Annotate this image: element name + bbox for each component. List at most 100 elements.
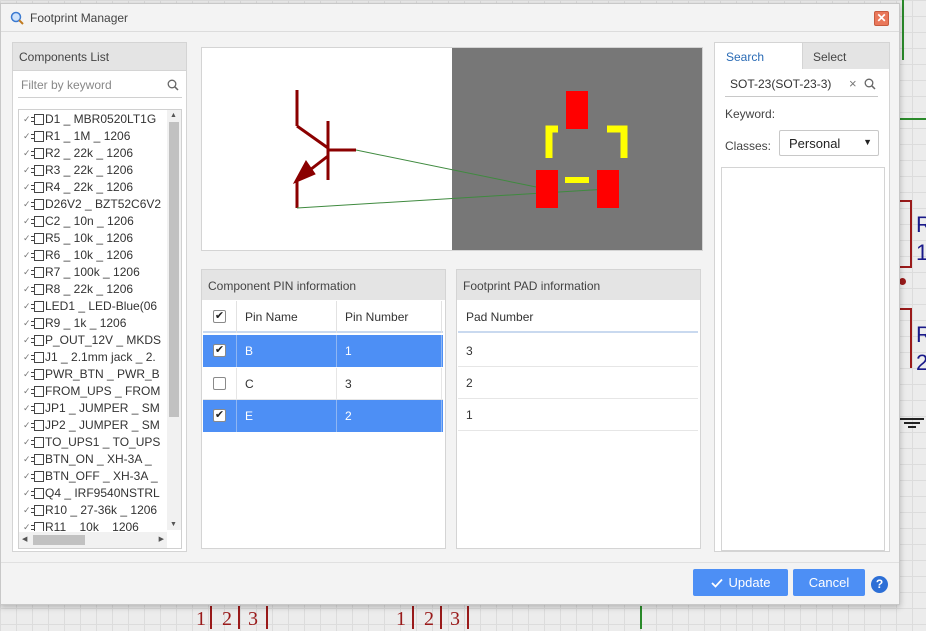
- component-icon: [31, 488, 44, 499]
- list-item[interactable]: ✓ R9 _ 1k _ 1206: [19, 315, 167, 332]
- check-icon: ✓: [23, 454, 31, 464]
- checkbox-cell: [203, 368, 237, 400]
- check-icon: ✓: [23, 369, 31, 379]
- component-icon: [31, 352, 44, 363]
- list-item[interactable]: ✓ R11 _ 10k _ 1206: [19, 519, 167, 531]
- bg-resistor: [910, 308, 912, 368]
- component-icon: [31, 267, 44, 278]
- bg-wire-red: [412, 606, 414, 629]
- tab-search[interactable]: Search: [715, 43, 803, 69]
- bg-wire-red: [238, 606, 240, 629]
- classes-select[interactable]: Personal ▼: [779, 130, 879, 156]
- component-label: R7 _ 100k _ 1206: [45, 265, 140, 279]
- table-row[interactable]: 3: [458, 335, 698, 367]
- list-item[interactable]: ✓ P_OUT_12V _ MKDS: [19, 332, 167, 349]
- pin-info-header: Component PIN information: [202, 270, 445, 300]
- list-item[interactable]: ✓ R1 _ 1M _ 1206: [19, 128, 167, 145]
- scroll-right-icon[interactable]: ▶: [159, 535, 164, 543]
- list-item[interactable]: ✓ JP2 _ JUMPER _ SM: [19, 417, 167, 434]
- help-icon[interactable]: ?: [871, 576, 888, 593]
- row-checkbox[interactable]: [213, 377, 226, 390]
- row-checkbox[interactable]: ✔: [213, 409, 226, 422]
- list-item[interactable]: ✓ D1 _ MBR0520LT1G: [19, 111, 167, 128]
- tab-select[interactable]: Select: [803, 43, 889, 69]
- component-icon: [31, 114, 44, 125]
- list-item[interactable]: ✓ LED1 _ LED-Blue(06: [19, 298, 167, 315]
- list-item[interactable]: ✓ Q4 _ IRF9540NSTRL: [19, 485, 167, 502]
- check-icon: ✓: [23, 182, 31, 192]
- update-button[interactable]: Update: [693, 569, 788, 596]
- list-item[interactable]: ✓ R6 _ 10k _ 1206: [19, 247, 167, 264]
- pad-info-header: Footprint PAD information: [457, 270, 700, 300]
- component-label: JP2 _ JUMPER _ SM: [45, 418, 160, 432]
- list-item[interactable]: ✓ R3 _ 22k _ 1206: [19, 162, 167, 179]
- list-item[interactable]: ✓ R4 _ 22k _ 1206: [19, 179, 167, 196]
- bg-resistor: [900, 266, 912, 268]
- scroll-down-icon[interactable]: ▼: [170, 521, 177, 528]
- list-item[interactable]: ✓ BTN_ON _ XH-3A _: [19, 451, 167, 468]
- check-icon: ✓: [23, 284, 31, 294]
- component-label: D26V2 _ BZT52C6V2: [45, 197, 162, 211]
- bg-designator: 1: [916, 240, 926, 265]
- col-pad-number[interactable]: Pad Number: [458, 301, 698, 333]
- component-label: C2 _ 10n _ 1206: [45, 214, 134, 228]
- footprint-canvas-bg: [452, 48, 702, 250]
- titlebar: Footprint Manager ✕: [1, 4, 899, 32]
- check-icon: ✓: [23, 352, 31, 362]
- bg-wire: [900, 118, 926, 120]
- table-row[interactable]: ✔ B 1: [203, 335, 443, 367]
- scroll-thumb[interactable]: [169, 122, 179, 417]
- list-item[interactable]: ✓ BTN_OFF _ XH-3A _: [19, 468, 167, 485]
- filter-input[interactable]: [18, 74, 158, 96]
- col-pin-name[interactable]: Pin Name: [238, 301, 337, 333]
- list-item[interactable]: ✓ TO_UPS1 _ TO_UPS: [19, 434, 167, 451]
- list-item[interactable]: ✓ R8 _ 22k _ 1206: [19, 281, 167, 298]
- vertical-scrollbar[interactable]: ▲ ▼: [167, 110, 181, 530]
- list-item[interactable]: ✓ C2 _ 10n _ 1206: [19, 213, 167, 230]
- list-item[interactable]: ✓ R7 _ 100k _ 1206: [19, 264, 167, 281]
- list-item[interactable]: ✓ D26V2 _ BZT52C6V2: [19, 196, 167, 213]
- chevron-down-icon: ▼: [863, 137, 872, 147]
- list-item[interactable]: ✓ J1 _ 2.1mm jack _ 2.: [19, 349, 167, 366]
- classes-label: Classes:: [725, 139, 772, 153]
- cancel-button[interactable]: Cancel: [793, 569, 865, 596]
- scroll-up-icon[interactable]: ▲: [170, 112, 177, 119]
- table-row[interactable]: 1: [458, 399, 698, 431]
- component-label: JP1 _ JUMPER _ SM: [45, 401, 160, 415]
- keyword-input[interactable]: [725, 73, 843, 95]
- bg-wire: [640, 606, 642, 629]
- pin-number: 3: [338, 368, 442, 400]
- search-icon[interactable]: [167, 79, 179, 91]
- bg-wire: [902, 0, 904, 60]
- list-item[interactable]: ✓ R2 _ 22k _ 1206: [19, 145, 167, 162]
- component-label: TO_UPS1 _ TO_UPS: [45, 435, 161, 449]
- clear-icon[interactable]: ×: [849, 76, 857, 91]
- preview-canvas: [292, 48, 702, 250]
- search-icon[interactable]: [864, 78, 876, 90]
- checkbox-cell: ✔: [203, 400, 237, 432]
- list-item[interactable]: ✓ PWR_BTN _ PWR_B: [19, 366, 167, 383]
- bg-resistor: [910, 200, 912, 268]
- search-results: [721, 167, 885, 551]
- scroll-left-icon[interactable]: ◀: [22, 535, 27, 543]
- component-label: J1 _ 2.1mm jack _ 2.: [45, 350, 156, 364]
- table-row[interactable]: 2: [458, 367, 698, 399]
- close-button[interactable]: ✕: [874, 11, 889, 26]
- bg-designator: R: [916, 212, 926, 237]
- table-row[interactable]: C 3: [203, 368, 443, 400]
- col-pin-number[interactable]: Pin Number: [338, 301, 442, 333]
- select-all-cell: ✔: [203, 301, 237, 333]
- list-item[interactable]: ✓ JP1 _ JUMPER _ SM: [19, 400, 167, 417]
- row-checkbox[interactable]: ✔: [213, 344, 226, 357]
- table-row[interactable]: ✔ E 2: [203, 400, 443, 432]
- list-item[interactable]: ✓ R5 _ 10k _ 1206: [19, 230, 167, 247]
- select-all-checkbox[interactable]: ✔: [213, 310, 226, 323]
- component-icon: [31, 403, 44, 414]
- horizontal-scrollbar[interactable]: ◀ ▶: [19, 532, 167, 548]
- scroll-thumb[interactable]: [33, 535, 85, 545]
- list-item[interactable]: ✓ R10 _ 27-36k _ 1206: [19, 502, 167, 519]
- update-label: Update: [728, 575, 771, 590]
- bg-wire-red: [467, 606, 469, 629]
- list-item[interactable]: ✓ FROM_UPS _ FROM: [19, 383, 167, 400]
- component-label: R2 _ 22k _ 1206: [45, 146, 134, 160]
